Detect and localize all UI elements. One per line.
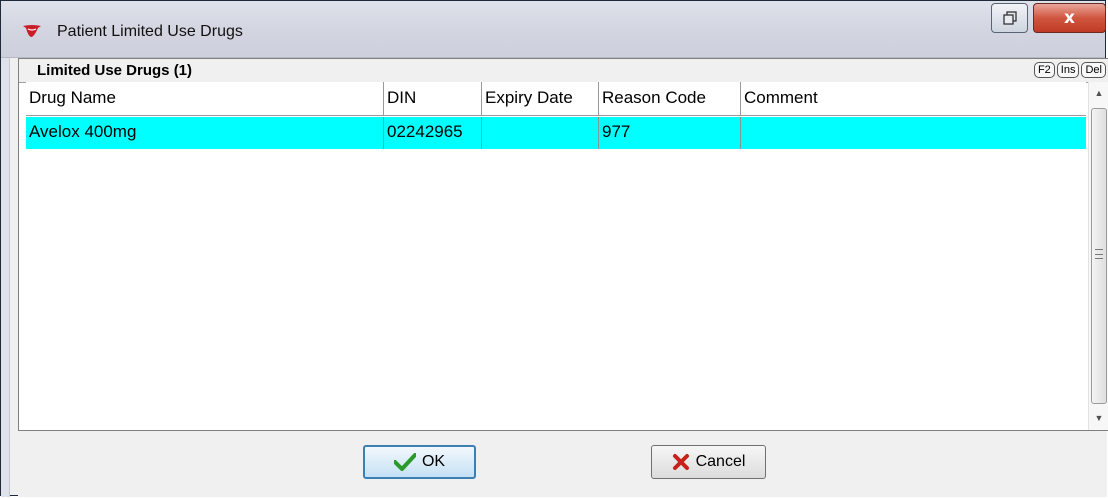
column-header-reason-code[interactable]: Reason Code [599, 82, 741, 116]
window-title: Patient Limited Use Drugs [57, 23, 243, 40]
limited-use-drugs-panel: Limited Use Drugs (1) F2 Ins Del Drug Na… [18, 58, 1108, 431]
hotkey-del: Del [1081, 62, 1106, 78]
panel-title: Limited Use Drugs (1) [37, 62, 193, 79]
cell-comment[interactable] [741, 117, 1086, 149]
panel-header: Limited Use Drugs (1) F2 Ins Del [19, 59, 1108, 83]
title-bar[interactable]: Patient Limited Use Drugs x [1, 1, 1106, 58]
window-left-edge [1, 58, 10, 497]
close-button[interactable]: x [1033, 3, 1106, 33]
ok-label: OK [421, 453, 446, 470]
hotkey-hints: F2 Ins Del [1033, 62, 1106, 78]
column-header-drug-name[interactable]: Drug Name [26, 82, 384, 116]
scroll-down-arrow-icon[interactable]: ▼ [1089, 407, 1108, 429]
cancel-button[interactable]: Cancel [651, 445, 766, 479]
cell-din[interactable]: 02242965 [384, 117, 482, 149]
hotkey-ins: Ins [1056, 62, 1080, 78]
vertical-scrollbar[interactable]: ▲ ▼ [1088, 82, 1108, 430]
scroll-up-arrow-icon[interactable]: ▲ [1089, 82, 1108, 104]
column-header-comment[interactable]: Comment [741, 82, 1086, 116]
grip-icon [1095, 249, 1103, 259]
cell-reason-code[interactable]: 977 [599, 117, 741, 149]
check-icon [393, 453, 416, 471]
restore-icon [1002, 11, 1017, 25]
cancel-label: Cancel [695, 453, 746, 470]
drugs-table: Drug Name DIN Expiry Date Reason Code Co… [26, 82, 1086, 430]
cell-expiry-date[interactable] [482, 117, 599, 149]
ok-button[interactable]: OK [363, 445, 476, 479]
table-row[interactable]: Avelox 400mg 02242965 977 [26, 117, 1086, 149]
dialog-window: Patient Limited Use Drugs x Limited Use … [0, 0, 1108, 497]
scrollbar-thumb[interactable] [1091, 108, 1107, 404]
dialog-footer: OK Cancel [18, 431, 1107, 497]
restore-button[interactable] [991, 3, 1028, 33]
cell-drug-name[interactable]: Avelox 400mg [26, 117, 384, 149]
app-logo-icon [23, 25, 41, 37]
x-icon [672, 454, 689, 470]
hotkey-f2: F2 [1033, 62, 1055, 78]
column-header-din[interactable]: DIN [384, 82, 482, 116]
close-icon: x [1064, 8, 1075, 28]
column-header-expiry-date[interactable]: Expiry Date [482, 82, 599, 116]
